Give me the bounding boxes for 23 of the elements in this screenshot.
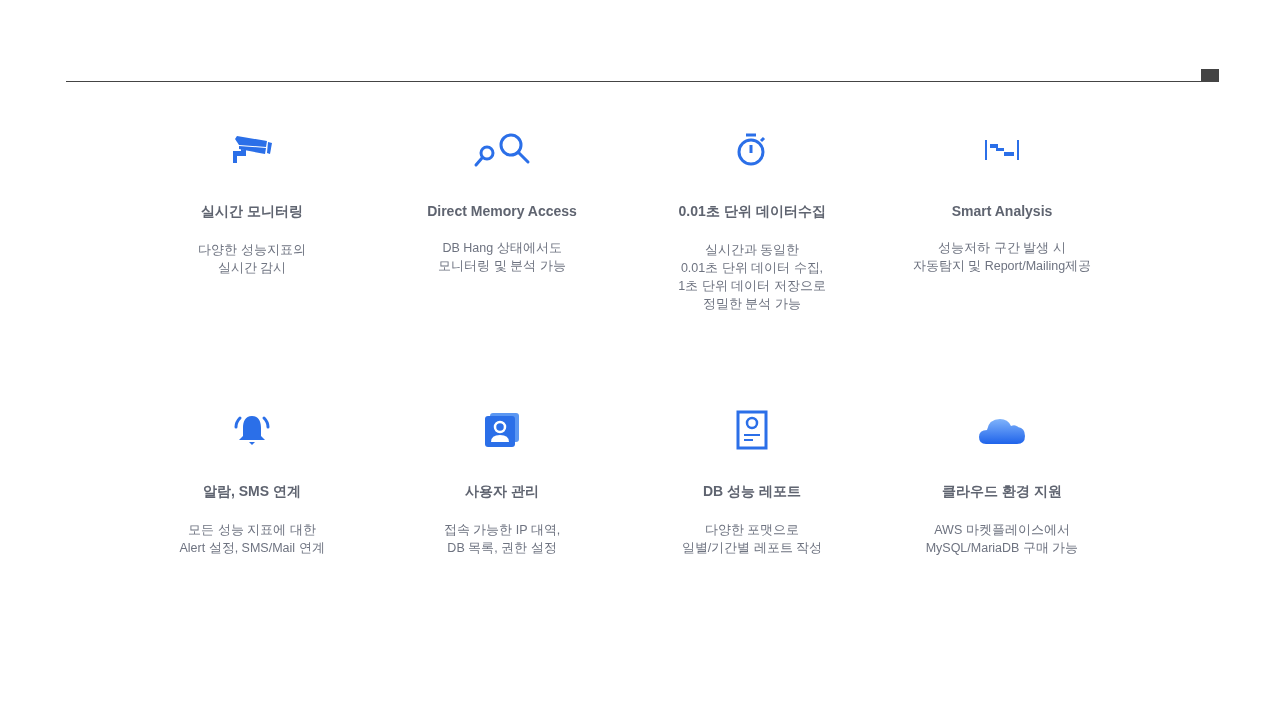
feature-title: DB 성능 레포트 — [703, 483, 801, 501]
contact-card-icon — [484, 412, 520, 448]
feature-title: 0.01초 단위 데이터수집 — [678, 203, 826, 221]
feature-description: DB Hang 상태에서도 모니터링 및 분석 가능 — [438, 240, 566, 275]
feature-title: 사용자 관리 — [465, 483, 539, 501]
feature-description: AWS 마켓플레이스에서 MySQL/MariaDB 구매 가능 — [925, 522, 1079, 557]
search-icon — [473, 132, 531, 168]
feature-description: 접속 가능한 IP 대역, DB 목록, 권한 설정 — [443, 522, 561, 557]
header-square — [1201, 69, 1219, 82]
feature-title: Direct Memory Access — [427, 203, 577, 219]
timeline-icon — [984, 139, 1020, 161]
feature-description: 모든 성능 지표에 대한 Alert 설정, SMS/Mail 연계 — [179, 522, 325, 557]
feature-title: Smart Analysis — [951, 203, 1053, 219]
stopwatch-icon — [736, 132, 768, 168]
feature-description: 다양한 성능지표의 실시간 감시 — [198, 242, 306, 277]
feature-description: 성능저하 구간 발생 시 자동탐지 및 Report/Mailing제공 — [912, 240, 1092, 275]
report-icon — [736, 410, 768, 450]
feature-title: 알람, SMS 연계 — [203, 483, 301, 501]
cctv-camera-icon — [231, 135, 273, 165]
feature-description: 다양한 포맷으로 일별/기간별 레포트 작성 — [681, 522, 823, 557]
feature-description: 실시간과 동일한 0.01초 단위 데이터 수집, 1초 단위 데이터 저장으로 정밀한 분석 가능 — [678, 242, 826, 313]
feature-title: 클라우드 환경 지원 — [942, 483, 1062, 501]
feature-title: 실시간 모니터링 — [201, 203, 303, 221]
